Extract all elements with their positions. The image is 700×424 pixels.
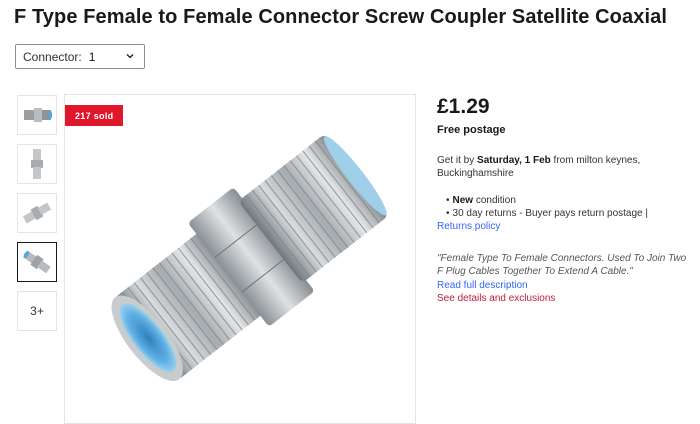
condition-value: New bbox=[452, 195, 474, 206]
main-product-image[interactable]: 217 sold bbox=[64, 94, 416, 424]
product-title: F Type Female to Female Connector Screw … bbox=[14, 6, 667, 28]
chevron-down-icon bbox=[126, 54, 134, 59]
delivery-location: from milton keynes, bbox=[553, 155, 641, 166]
read-full-description-link[interactable]: Read full description bbox=[437, 280, 687, 291]
item-details-list: New condition 30 day returns - Buyer pay… bbox=[437, 194, 687, 220]
thumbnail-3[interactable] bbox=[17, 193, 57, 233]
returns-policy-link[interactable]: Returns policy bbox=[437, 221, 687, 232]
description-quote: "Female Type To Female Connectors. Used … bbox=[437, 253, 687, 277]
thumbnail-1[interactable] bbox=[17, 95, 57, 135]
see-details-link[interactable]: See details and exclusions bbox=[437, 293, 687, 304]
delivery-prefix: Get it by bbox=[437, 155, 475, 166]
connector-thumbnail-image bbox=[23, 250, 51, 274]
sold-count-badge: 217 sold bbox=[65, 105, 124, 126]
delivery-estimate: Get it by Saturday, 1 Feb from milton ke… bbox=[437, 154, 687, 180]
connector-thumbnail-image bbox=[31, 149, 43, 179]
returns-item: 30 day returns - Buyer pays return posta… bbox=[446, 207, 687, 220]
connector-select-label: Connector: bbox=[23, 49, 82, 64]
condition-suffix: condition bbox=[475, 195, 516, 206]
price: £1.29 bbox=[437, 95, 490, 118]
returns-text: 30 day returns - Buyer pays return posta… bbox=[452, 208, 648, 219]
more-images-button[interactable]: 3+ bbox=[17, 291, 57, 331]
postage-info: Free postage bbox=[437, 124, 506, 136]
thumbnail-gallery: 3+ bbox=[17, 95, 59, 340]
coupler-product-image bbox=[111, 135, 387, 382]
connector-thumbnail-image bbox=[24, 108, 52, 122]
connector-select[interactable]: Connector: 1 bbox=[15, 44, 145, 69]
thumbnail-4[interactable] bbox=[17, 242, 57, 282]
delivery-location-line2: Buckinghamshire bbox=[437, 168, 514, 179]
condition-item: New condition bbox=[446, 194, 687, 207]
connector-thumbnail-image bbox=[22, 202, 52, 224]
delivery-date: Saturday, 1 Feb bbox=[477, 155, 551, 166]
thumbnail-2[interactable] bbox=[17, 144, 57, 184]
product-info-panel: £1.29 Free postage Get it by Saturday, 1… bbox=[437, 95, 687, 304]
connector-select-value: 1 bbox=[88, 49, 96, 64]
